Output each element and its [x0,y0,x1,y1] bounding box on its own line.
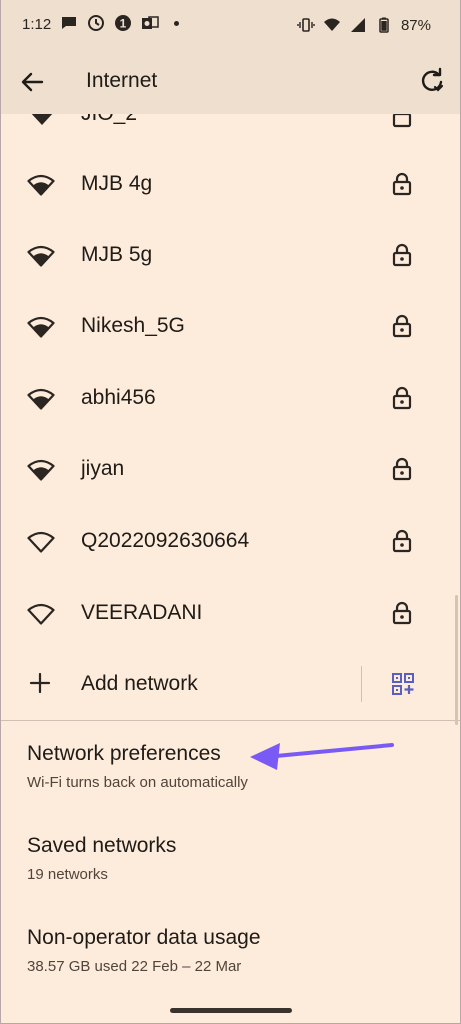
wifi-full-icon [27,245,55,267]
outlook-icon [142,16,159,29]
wifi-full-icon [27,388,55,410]
history-icon [88,15,104,31]
annotation-arrow-icon [250,743,394,770]
refresh-icon[interactable] [417,66,447,96]
lock-icon [392,457,412,481]
vibrate-icon [297,18,315,32]
network-row[interactable]: VEERADANI [0,577,461,649]
system-icons: 87% [297,16,431,34]
svg-text:1: 1 [120,17,127,31]
wifi-status-icon [323,18,340,31]
network-name: Nikesh_5G [81,314,185,337]
status-time: 1:12 [22,16,52,33]
wifi-full-icon [31,114,53,125]
chat-icon [62,17,76,29]
wifi-weak-icon [27,531,55,553]
saved-networks-subtitle: 19 networks [27,866,108,883]
status-bar: 1:12 1 87% [0,0,461,50]
network-name: JIO_2 [81,114,137,126]
network-name: MJB 4g [81,172,153,195]
network-row[interactable]: abhi456 [0,362,461,434]
network-row-partial[interactable]: JIO_2 [0,114,461,132]
wifi-full-icon [27,174,55,196]
data-usage-item[interactable]: Non-operator data usage 38.57 GB used 22… [27,926,447,975]
lock-icon [392,529,412,553]
qr-code-scanner-icon[interactable] [391,672,415,696]
network-name: jiyan [81,457,125,480]
network-row[interactable]: MJB 5g [0,219,461,291]
lock-icon [392,243,412,267]
back-arrow-icon[interactable] [18,68,46,96]
cell-signal-icon [350,18,365,32]
page-title: Internet [86,69,158,92]
app-bar: Internet [0,50,461,114]
add-network-row[interactable]: Add network [0,648,461,720]
data-usage-title: Non-operator data usage [27,926,261,949]
data-usage-subtitle: 38.57 GB used 22 Feb – 22 Mar [27,958,242,975]
lock-icon [392,114,412,128]
wifi-weak-icon [27,603,55,625]
battery-icon [379,17,389,33]
network-name: VEERADANI [81,601,203,624]
vertical-divider [361,666,362,702]
network-name: MJB 5g [81,243,153,266]
notification-icons: 1 [60,14,179,32]
add-network-label: Add network [81,672,198,695]
lock-icon [392,601,412,625]
network-row[interactable]: MJB 4g [0,148,461,220]
network-row[interactable]: jiyan [0,433,461,505]
saved-networks-item[interactable]: Saved networks 19 networks [27,834,447,883]
wifi-full-icon [27,459,55,481]
lock-icon [392,172,412,196]
network-name: abhi456 [81,386,156,409]
gesture-home-bar[interactable] [170,1008,292,1013]
more-notifications-dot [174,20,179,26]
lock-icon [392,314,412,338]
plus-icon [29,672,51,694]
network-row[interactable]: Nikesh_5G [0,290,461,362]
one-badge-icon: 1 [115,15,131,31]
section-divider [0,720,461,721]
network-row[interactable]: Q2022092630664 [0,505,461,577]
network-name: Q2022092630664 [81,529,250,552]
network-preferences-subtitle: Wi-Fi turns back on automatically [27,774,248,791]
saved-networks-title: Saved networks [27,834,177,857]
lock-icon [392,386,412,410]
battery-percent: 87% [400,16,431,34]
wifi-full-icon [27,316,55,338]
scrollbar[interactable] [455,595,458,725]
